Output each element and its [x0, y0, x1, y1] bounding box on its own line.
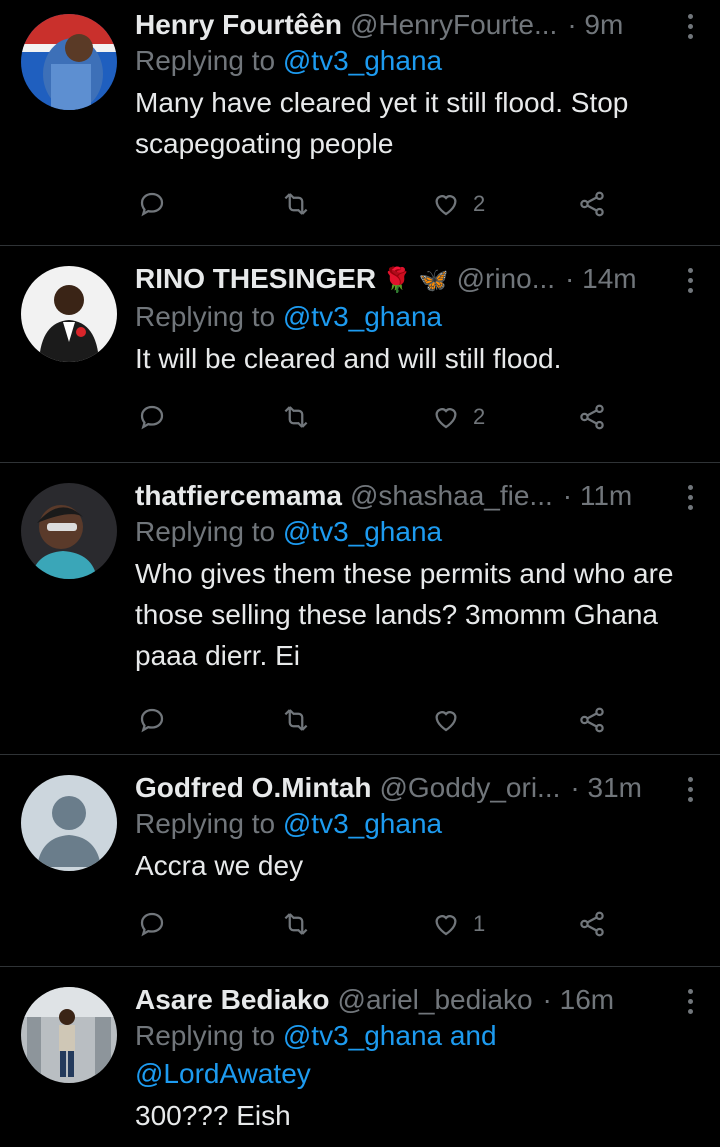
mention-link[interactable]: @tv3_ghana [283, 45, 442, 76]
user-handle[interactable]: @rino... [457, 262, 555, 296]
heart-icon [435, 408, 457, 429]
heart-icon [435, 915, 457, 936]
reply-button[interactable] [137, 909, 167, 939]
avatar[interactable] [21, 987, 117, 1083]
like-button[interactable]: 2 [431, 402, 485, 432]
action-bar: 1 [135, 894, 720, 954]
like-button[interactable]: 2 [431, 189, 485, 219]
mention-link[interactable]: @tv3_ghana [283, 301, 442, 332]
display-name[interactable]: RINO THESINGER [135, 262, 376, 296]
more-icon[interactable] [688, 989, 694, 1014]
tweet-text: It will be cleared and will still flood. [135, 343, 562, 374]
tweet-header: thatfiercemama @shashaa_fie... · 11m [135, 479, 720, 513]
share-icon [580, 404, 604, 430]
display-name[interactable]: Asare Bediako [135, 983, 330, 1017]
like-count: 1 [473, 911, 486, 936]
mention-link[interactable]: @tv3_ghana [283, 808, 442, 839]
avatar[interactable] [21, 483, 117, 579]
tweet-text: 300??? Eish [135, 1100, 291, 1131]
more-icon[interactable] [688, 777, 694, 802]
reply-icon [140, 708, 164, 733]
reply-icon [140, 192, 164, 217]
more-icon[interactable] [688, 14, 694, 39]
more-icon[interactable] [688, 485, 694, 510]
like-button[interactable] [431, 705, 473, 735]
share-icon [580, 911, 604, 937]
more-icon[interactable] [688, 268, 694, 293]
tweet[interactable]: Asare Bediako @ariel_bediako · 16m Reply… [0, 967, 720, 1147]
avatar[interactable] [21, 14, 117, 110]
share-icon [580, 707, 604, 733]
replying-to: Replying to @tv3_ghana [135, 513, 720, 551]
replying-prefix: Replying to [135, 808, 283, 839]
share-button[interactable] [577, 402, 607, 432]
tweet-header: RINO THESINGER 🌹 🦋 @rino... · 14m [135, 262, 720, 298]
share-icon [580, 191, 604, 217]
action-bar: 2 [135, 174, 720, 234]
retweet-button[interactable] [281, 705, 311, 735]
user-handle[interactable]: @HenryFourte... [350, 8, 557, 42]
user-handle[interactable]: @shashaa_fie... [350, 479, 553, 513]
display-name[interactable]: thatfiercemama [135, 479, 342, 513]
reply-button[interactable] [137, 705, 167, 735]
mention-link[interactable]: @tv3_ghana [283, 516, 442, 547]
action-bar: 2 [135, 387, 720, 447]
tweet[interactable]: thatfiercemama @shashaa_fie... · 11m Rep… [0, 463, 720, 755]
avatar[interactable] [21, 775, 117, 871]
reply-icon [140, 912, 164, 937]
retweet-button[interactable] [281, 189, 311, 219]
heart-icon [435, 711, 457, 732]
heart-icon [435, 195, 457, 216]
retweet-button[interactable] [281, 909, 311, 939]
replying-to: Replying to @tv3_ghana [135, 298, 720, 336]
avatar[interactable] [21, 266, 117, 362]
replying-to: Replying to @tv3_ghana and @LordAwatey [135, 1017, 720, 1093]
tweet-header: Asare Bediako @ariel_bediako · 16m [135, 983, 720, 1017]
action-bar [135, 690, 720, 750]
retweet-button[interactable] [281, 402, 311, 432]
replying-prefix: Replying to [135, 301, 283, 332]
retweet-icon [284, 709, 308, 731]
user-handle[interactable]: @Goddy_ori... [379, 771, 560, 805]
tweet[interactable]: Godfred O.Mintah @Goddy_ori... · 31m Rep… [0, 755, 720, 967]
display-name[interactable]: Henry Fourtêên [135, 8, 342, 42]
reply-icon [140, 405, 164, 430]
reply-button[interactable] [137, 189, 167, 219]
share-button[interactable] [577, 189, 607, 219]
tweet-header: Godfred O.Mintah @Goddy_ori... · 31m [135, 771, 720, 805]
reply-button[interactable] [137, 402, 167, 432]
replying-to: Replying to @tv3_ghana [135, 42, 720, 80]
timestamp[interactable]: · 9m [567, 8, 623, 42]
tweet-text: Many have cleared yet it still flood. St… [135, 87, 629, 159]
share-button[interactable] [577, 705, 607, 735]
timestamp[interactable]: · 31m [570, 771, 642, 805]
tweet-text: Who gives them these permits and who are… [135, 558, 674, 671]
like-button[interactable]: 1 [431, 909, 485, 939]
like-count: 2 [473, 191, 486, 216]
share-button[interactable] [577, 909, 607, 939]
retweet-icon [284, 193, 308, 215]
replying-to: Replying to @tv3_ghana [135, 805, 720, 843]
like-count: 2 [473, 404, 486, 429]
replying-prefix: Replying to [135, 516, 283, 547]
tweet-header: Henry Fourtêên @HenryFourte... · 9m [135, 8, 720, 42]
replying-prefix: Replying to [135, 45, 283, 76]
reply-feed: Henry Fourtêên @HenryFourte... · 9m Repl… [0, 0, 720, 1147]
tweet[interactable]: Henry Fourtêên @HenryFourte... · 9m Repl… [0, 0, 720, 246]
timestamp[interactable]: · 11m [563, 479, 633, 513]
display-name[interactable]: Godfred O.Mintah [135, 771, 371, 805]
user-handle[interactable]: @ariel_bediako [338, 983, 533, 1017]
tweet[interactable]: RINO THESINGER 🌹 🦋 @rino... · 14m Replyi… [0, 246, 720, 463]
timestamp[interactable]: · 14m [565, 262, 637, 296]
retweet-icon [284, 913, 308, 935]
tweet-text: Accra we dey [135, 850, 304, 881]
retweet-icon [284, 406, 308, 428]
replying-prefix: Replying to [135, 1020, 283, 1051]
timestamp[interactable]: · 16m [543, 983, 615, 1017]
name-emojis: 🌹 🦋 [382, 267, 449, 294]
